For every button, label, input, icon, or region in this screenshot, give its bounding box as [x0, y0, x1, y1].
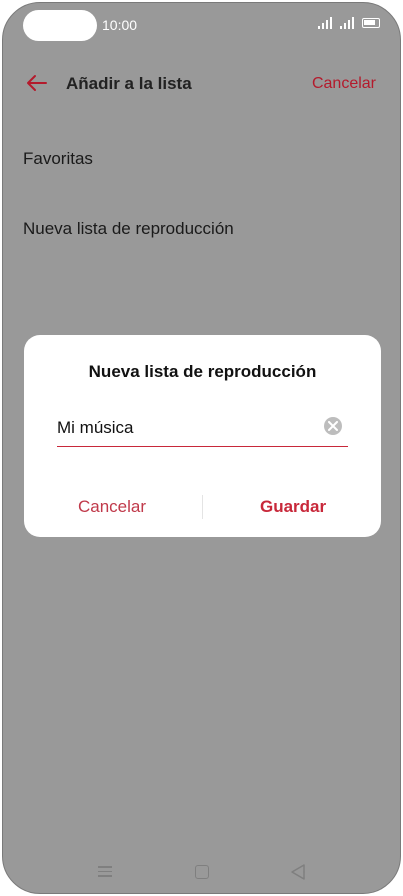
header-cancel-button[interactable]: Cancelar [312, 75, 376, 93]
dialog-save-button[interactable]: Guardar [260, 497, 326, 517]
phone-frame: 10:00 Añadir a la lista Cancelar Favorit… [0, 0, 403, 896]
playlist-name-input[interactable]: Mi música [57, 413, 348, 447]
camera-cutout [23, 10, 97, 41]
dialog-title: Nueva lista de reproducción [88, 362, 317, 381]
status-time: 10:00 [102, 17, 138, 33]
list-item-favoritas[interactable]: Favoritas [23, 149, 93, 169]
signal-icon [318, 17, 332, 29]
screen: 10:00 Añadir a la lista Cancelar Favorit… [2, 2, 401, 894]
battery-icon [362, 18, 380, 28]
nav-back-icon[interactable] [290, 863, 306, 881]
signal-icon [340, 17, 354, 29]
back-arrow-icon[interactable] [25, 71, 49, 95]
button-divider [202, 495, 203, 519]
nav-home-icon[interactable] [195, 865, 209, 879]
nav-menu-icon[interactable] [98, 863, 114, 885]
clear-icon[interactable] [324, 417, 342, 435]
input-value[interactable]: Mi música [57, 418, 134, 438]
status-icons [318, 17, 380, 29]
page-title: Añadir a la lista [66, 74, 192, 93]
new-playlist-dialog: Nueva lista de reproducción Mi música Ca… [24, 335, 381, 537]
list-item-new-playlist[interactable]: Nueva lista de reproducción [23, 219, 234, 239]
dialog-cancel-button[interactable]: Cancelar [78, 497, 146, 517]
